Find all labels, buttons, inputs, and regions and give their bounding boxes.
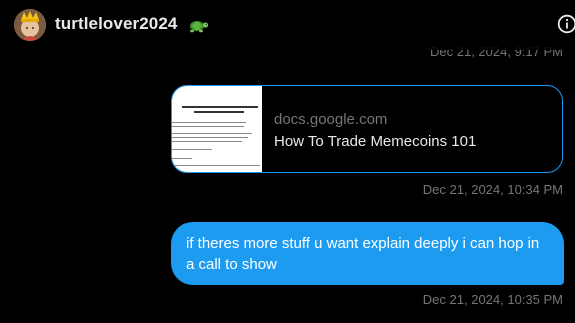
thumbnail-text-line <box>172 122 246 123</box>
message-timestamp: Dec 21, 2024, 10:35 PM <box>422 292 563 307</box>
thumbnail-text-line <box>172 165 260 166</box>
avatar-crown-icon <box>14 9 46 41</box>
conversation-header: turtlelover2024 <box>0 0 575 50</box>
turtle-icon <box>190 21 209 33</box>
thumbnail-text-line <box>172 141 242 142</box>
conversation-username[interactable]: turtlelover2024 <box>55 14 177 34</box>
link-domain: docs.google.com <box>274 111 388 128</box>
link-preview-card[interactable]: docs.google.com How To Trade Memecoins 1… <box>171 85 563 173</box>
thumbnail-text-line <box>172 133 252 134</box>
message-bubble[interactable]: if theres more stuff u want explain deep… <box>171 222 564 285</box>
message-timestamp: Dec 21, 2024, 10:34 PM <box>422 182 563 197</box>
thumbnail-title-line <box>182 106 258 108</box>
link-thumbnail <box>172 86 262 172</box>
avatar[interactable] <box>14 9 46 41</box>
info-icon[interactable] <box>557 14 575 34</box>
thumbnail-text-line <box>172 149 212 150</box>
link-title: How To Trade Memecoins 101 <box>274 133 477 150</box>
thumbnail-subtitle-line <box>194 111 244 113</box>
dm-conversation: turtlelover2024 Dec 21, 2024, 9:17 PM do… <box>0 0 575 323</box>
thumbnail-text-line <box>172 137 248 138</box>
thumbnail-text-line <box>172 126 244 127</box>
thumbnail-text-line <box>172 158 192 159</box>
